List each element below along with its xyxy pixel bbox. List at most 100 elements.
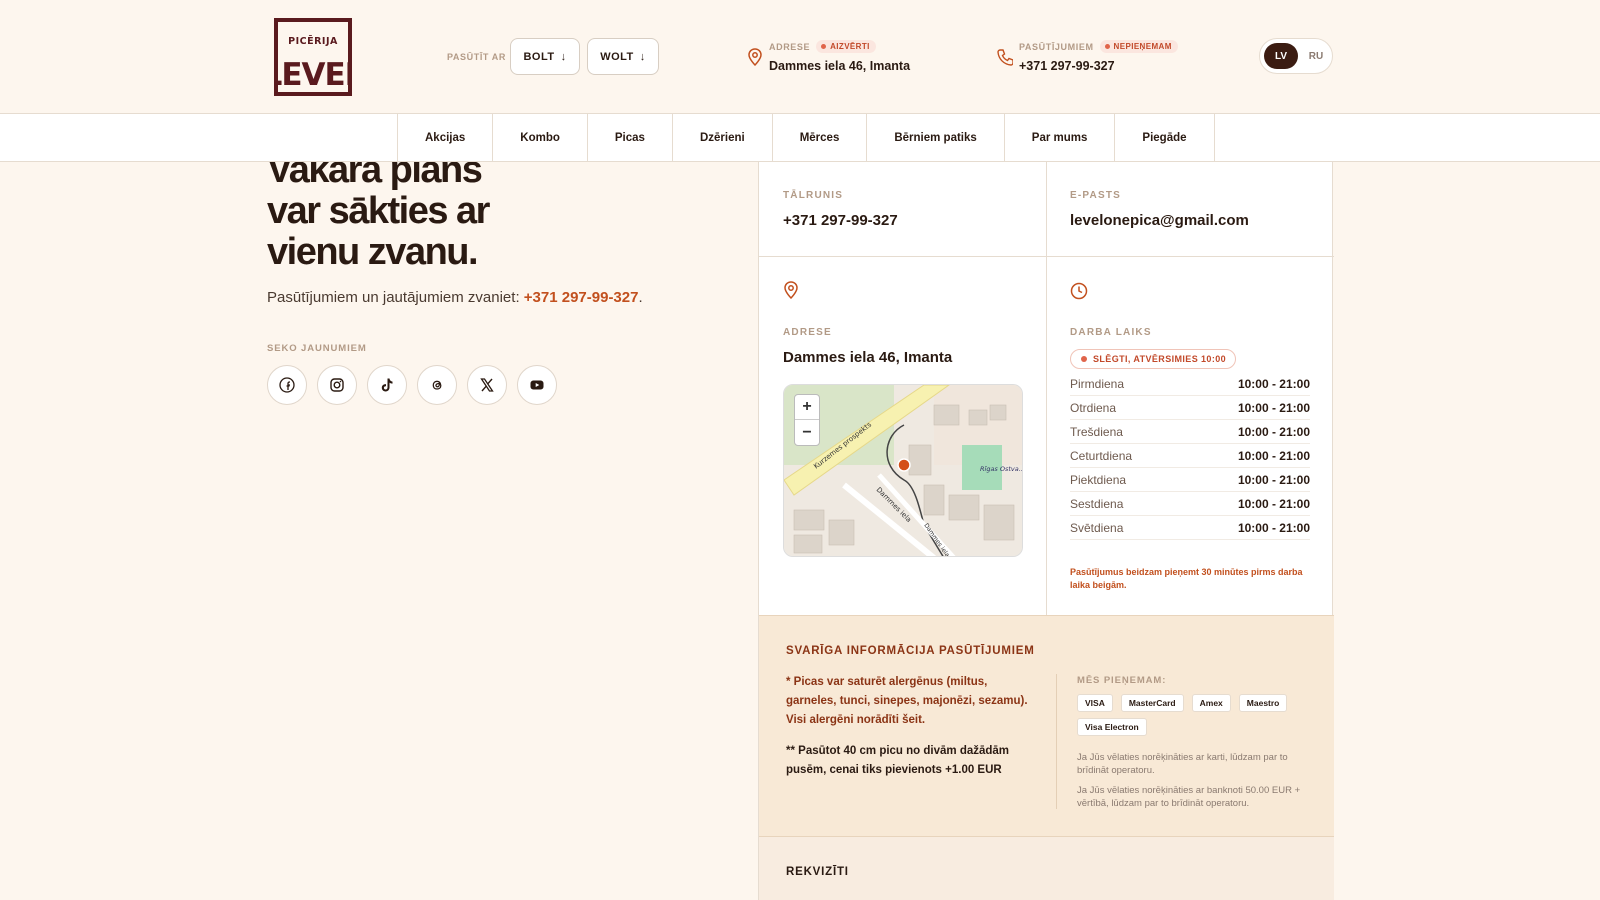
address-value: Dammes iela 46, Imanta	[769, 59, 911, 73]
hours-row: Trešdiena 10:00 - 21:00	[1070, 420, 1310, 444]
map-poi-label: Rīgas Ostva... vidusskol...	[980, 465, 1023, 473]
payment-chip: Amex	[1191, 694, 1231, 712]
payment-chip: Visa Electron	[1077, 718, 1147, 736]
wolt-button[interactable]: WOLT ↓	[587, 38, 659, 75]
order-info-title: SVARĪGA INFORMĀCIJA PASŪTĪJUMIEM	[786, 645, 1035, 657]
closed-badge-text: AIZVĒRTI	[830, 42, 870, 51]
nav-item-par-mums[interactable]: Par mums	[1005, 114, 1116, 162]
hours-day: Sestdiena	[1070, 496, 1124, 511]
x-icon	[480, 378, 494, 392]
order-info-panel: SVARĪGA INFORMĀCIJA PASŪTĪJUMIEM * Picas…	[759, 615, 1334, 837]
requisites-panel: REKVIZĪTI	[759, 837, 1334, 900]
payment-chip: Maestro	[1238, 694, 1288, 712]
hero-line-2: var sākties ar	[267, 190, 490, 232]
closed-badge: AIZVĒRTI	[816, 40, 876, 53]
contact-card: TĀLRUNIS +371 297-99-327 E-PASTS levelon…	[758, 162, 1334, 900]
hours-note: Pasūtījumus beidzam pieņemt 30 minūtes p…	[1070, 567, 1303, 590]
hours-day: Trešdiena	[1070, 424, 1123, 439]
card-divider-vertical	[1046, 162, 1047, 615]
hours-day: Piektdiena	[1070, 472, 1127, 487]
site-header: PICĒRIJA LEVEL PASŪTĪT AR BOLT ↓ WOLT ↓ …	[0, 0, 1600, 114]
instagram-button[interactable]	[317, 365, 357, 405]
nav-items: Akcijas Kombo Picas Dzērieni Mērces Bērn…	[397, 114, 1215, 162]
card-divider-horizontal	[759, 256, 1334, 257]
lang-lv-button[interactable]: LV	[1264, 43, 1298, 69]
nav-item-dzerieni[interactable]: Dzērieni	[673, 114, 773, 162]
svg-text:LEVEL: LEVEL	[274, 57, 352, 93]
order-with-label: PASŪTĪT AR	[447, 52, 506, 62]
arrow-down-icon: ↓	[639, 50, 646, 63]
nav-item-berniem[interactable]: Bērniem patiks	[867, 114, 1005, 162]
bolt-button[interactable]: BOLT ↓	[510, 38, 580, 75]
threads-button[interactable]	[417, 365, 457, 405]
hero-line-1: Vakara plāns	[267, 162, 483, 191]
hero-line-3: vienu zvanu.	[267, 231, 479, 273]
bolt-label: BOLT	[523, 50, 555, 63]
zoom-in-button[interactable]: +	[795, 395, 819, 420]
email-value[interactable]: levelonepica@gmail.com	[1070, 212, 1249, 229]
payment-chip: MasterCard	[1120, 694, 1184, 712]
instagram-icon	[330, 378, 344, 392]
tiktok-icon	[381, 378, 393, 392]
address-card-label: ADRESE	[783, 327, 832, 338]
hours-row: Piektdiena 10:00 - 21:00	[1070, 468, 1310, 492]
hours-time: 10:00 - 21:00	[1237, 520, 1310, 535]
hours-day: Pirmdiena	[1070, 376, 1125, 391]
hours-row: Otrdiena 10:00 - 21:00	[1070, 396, 1310, 420]
email-label: E-PASTS	[1070, 190, 1121, 201]
call-text: Pasūtījumiem un jautājumiem zvaniet: +37…	[267, 289, 643, 306]
not-accepting-badge: NEPIEŅEMAM	[1099, 40, 1178, 53]
nav-item-akcijas[interactable]: Akcijas	[398, 114, 494, 162]
banknote-payment-note: Ja Jūs vēlaties norēķināties ar banknoti…	[1077, 785, 1301, 809]
facebook-button[interactable]	[267, 365, 307, 405]
allergen-note: * Picas var saturēt alergēnus (miltus, g…	[786, 676, 1028, 726]
location-pin-icon	[784, 281, 798, 299]
hours-time: 10:00 - 21:00	[1237, 496, 1310, 511]
hero-heading: Vakara plāns var sākties ar vienu zvanu.	[267, 162, 727, 273]
hours-row: Ceturtdiena 10:00 - 21:00	[1070, 444, 1310, 468]
tiktok-button[interactable]	[367, 365, 407, 405]
social-links	[267, 365, 557, 405]
hours-time: 10:00 - 21:00	[1237, 472, 1310, 487]
zoom-out-button[interactable]: −	[795, 420, 819, 445]
hours-row: Sestdiena 10:00 - 21:00	[1070, 492, 1310, 516]
hours-row: Svētdiena 10:00 - 21:00	[1070, 516, 1310, 540]
hours-row: Pirmdiena 10:00 - 21:00	[1070, 372, 1310, 396]
orders-phone: +371 297-99-327	[1019, 59, 1115, 73]
hours-list: Pirmdiena 10:00 - 21:00 Otrdiena 10:00 - 2…	[1070, 372, 1310, 540]
hours-time: 10:00 - 21:00	[1237, 376, 1310, 391]
hero-clip: Vakara plāns var sākties ar vienu zvanu.	[0, 162, 740, 462]
youtube-button[interactable]	[517, 365, 557, 405]
hours-label: DARBA LAIKS	[1070, 327, 1152, 338]
clock-icon	[1070, 282, 1088, 300]
hours-time: 10:00 - 21:00	[1237, 424, 1310, 439]
nav-item-picas[interactable]: Picas	[588, 114, 673, 162]
threads-icon	[432, 380, 442, 390]
lang-ru-button[interactable]: RU	[1302, 43, 1330, 69]
nav-item-piegade[interactable]: Piegāde	[1115, 114, 1215, 162]
payment-cards: VISA MasterCard Amex Maestro Visa Electr…	[1077, 694, 1317, 736]
orders-label: PASŪTĪJUMIEM	[1019, 41, 1094, 52]
address-label: ADRESE	[769, 41, 811, 52]
pizza-price-note: ** Pasūtot 40 cm picu no divām dažādām p…	[786, 745, 1010, 776]
address-card-value: Dammes iela 46, Imanta	[783, 349, 953, 366]
hours-time: 10:00 - 21:00	[1237, 448, 1310, 463]
x-button[interactable]	[467, 365, 507, 405]
facebook-icon	[279, 377, 295, 393]
language-switcher: LV RU	[1259, 38, 1333, 74]
main-nav: Akcijas Kombo Picas Dzērieni Mērces Bērn…	[0, 114, 1600, 162]
location-map[interactable]: Kurzemes prospekts Dammes iela Dammes ie…	[783, 384, 1023, 557]
logo[interactable]: PICĒRIJA LEVEL	[263, 18, 365, 96]
call-phone-link[interactable]: +371 297-99-327	[524, 289, 639, 306]
hours-time: 10:00 - 21:00	[1237, 400, 1310, 415]
nav-item-merces[interactable]: Mērces	[773, 114, 868, 162]
status-text: SLĒGTI, ATVĒRSIMIES 10:00	[1093, 354, 1227, 364]
hours-day: Svētdiena	[1070, 520, 1124, 535]
phone-value[interactable]: +371 297-99-327	[783, 212, 898, 229]
nav-item-kombo[interactable]: Kombo	[493, 114, 588, 162]
wolt-label: WOLT	[600, 50, 634, 63]
payment-accept-label: MĒS PIEŅEMAM:	[1077, 675, 1167, 686]
hours-day: Otrdiena	[1070, 400, 1117, 415]
call-prefix: Pasūtījumiem un jautājumiem zvaniet:	[267, 289, 524, 306]
info-divider	[1056, 674, 1057, 809]
